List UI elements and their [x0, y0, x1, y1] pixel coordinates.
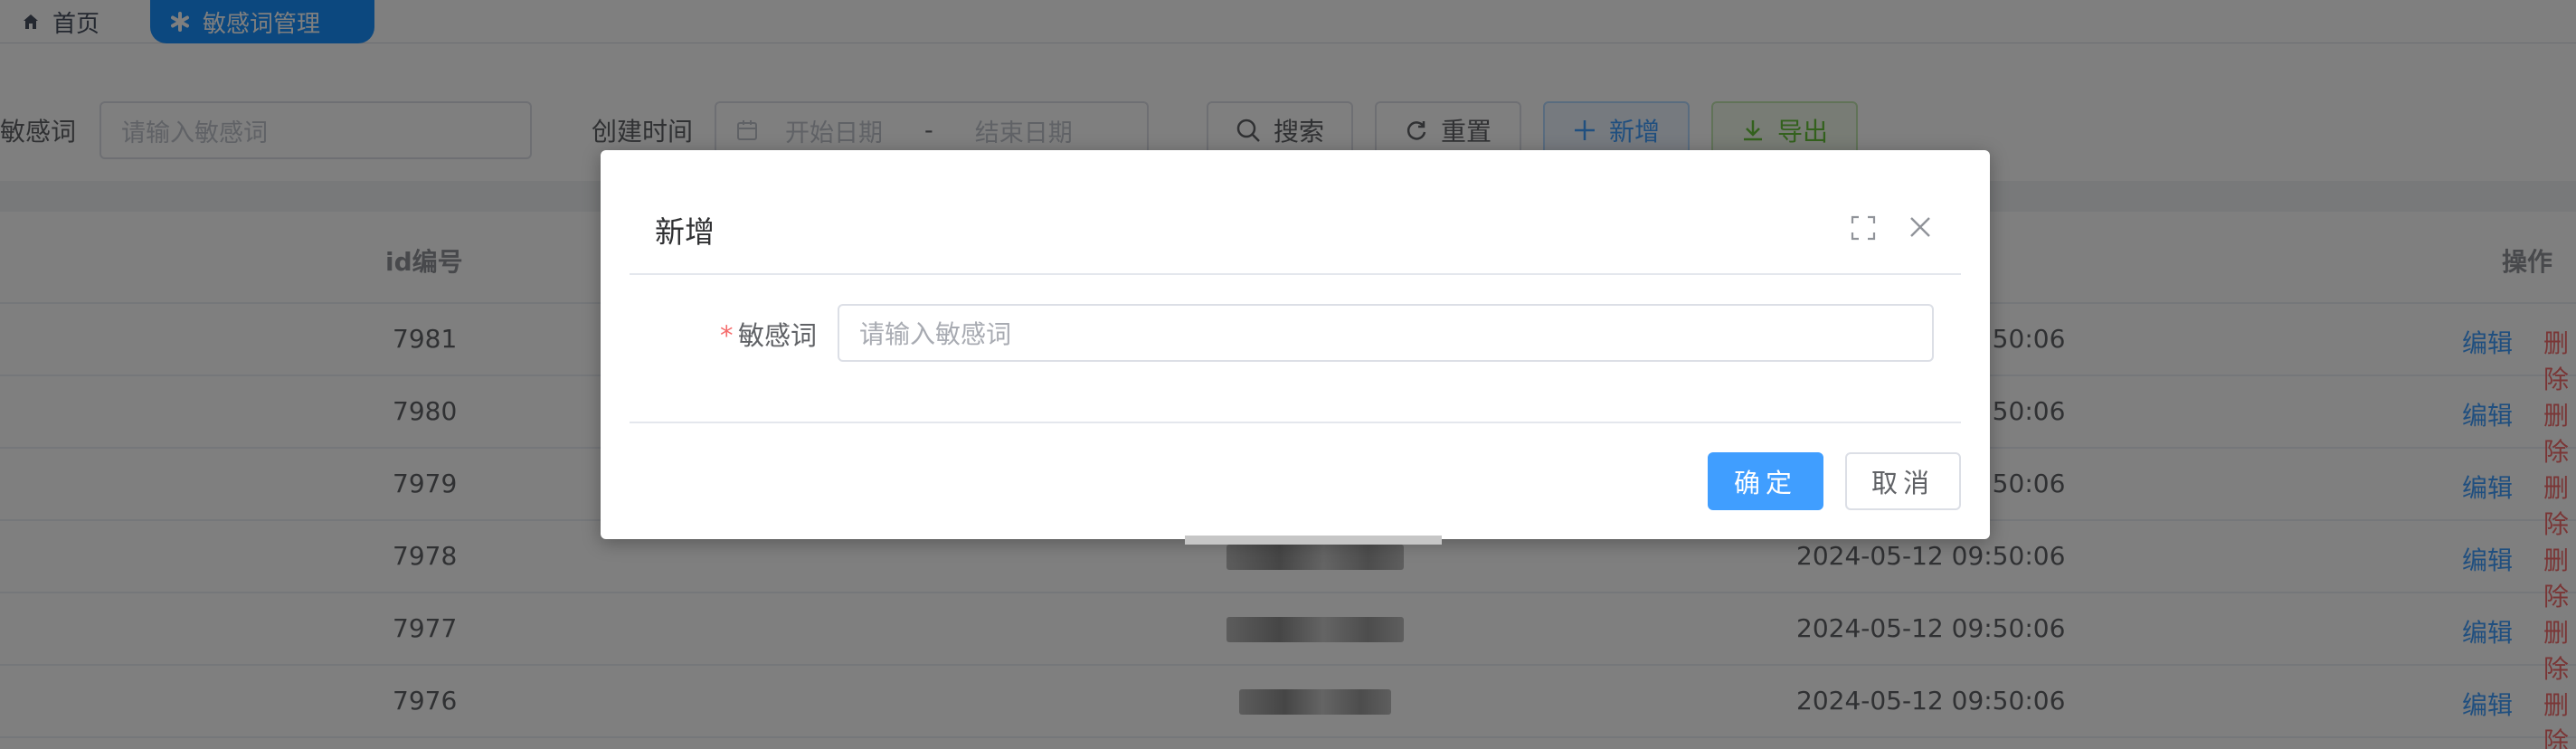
confirm-button-label: 确定 — [1733, 468, 1797, 498]
fullscreen-icon[interactable] — [1851, 215, 1876, 241]
confirm-button[interactable]: 确定 — [1708, 452, 1823, 510]
dialog-footer-divider — [630, 422, 1961, 423]
dialog-header-divider — [630, 273, 1961, 275]
dialog-title: 新增 — [655, 214, 715, 250]
close-icon[interactable] — [1907, 213, 1934, 241]
dialog-bottom-strip — [1185, 536, 1442, 545]
required-asterisk: * — [720, 320, 734, 351]
word-field-label: 敏感词 — [738, 320, 818, 351]
add-word-dialog: 新增 * 敏感词 请输入敏感词 确定 取消 — [601, 150, 1990, 539]
word-field-placeholder: 请输入敏感词 — [859, 319, 1012, 349]
cancel-button[interactable]: 取消 — [1845, 452, 1961, 510]
word-field-input[interactable]: 请输入敏感词 — [838, 304, 1934, 362]
cancel-button-label: 取消 — [1870, 468, 1935, 498]
